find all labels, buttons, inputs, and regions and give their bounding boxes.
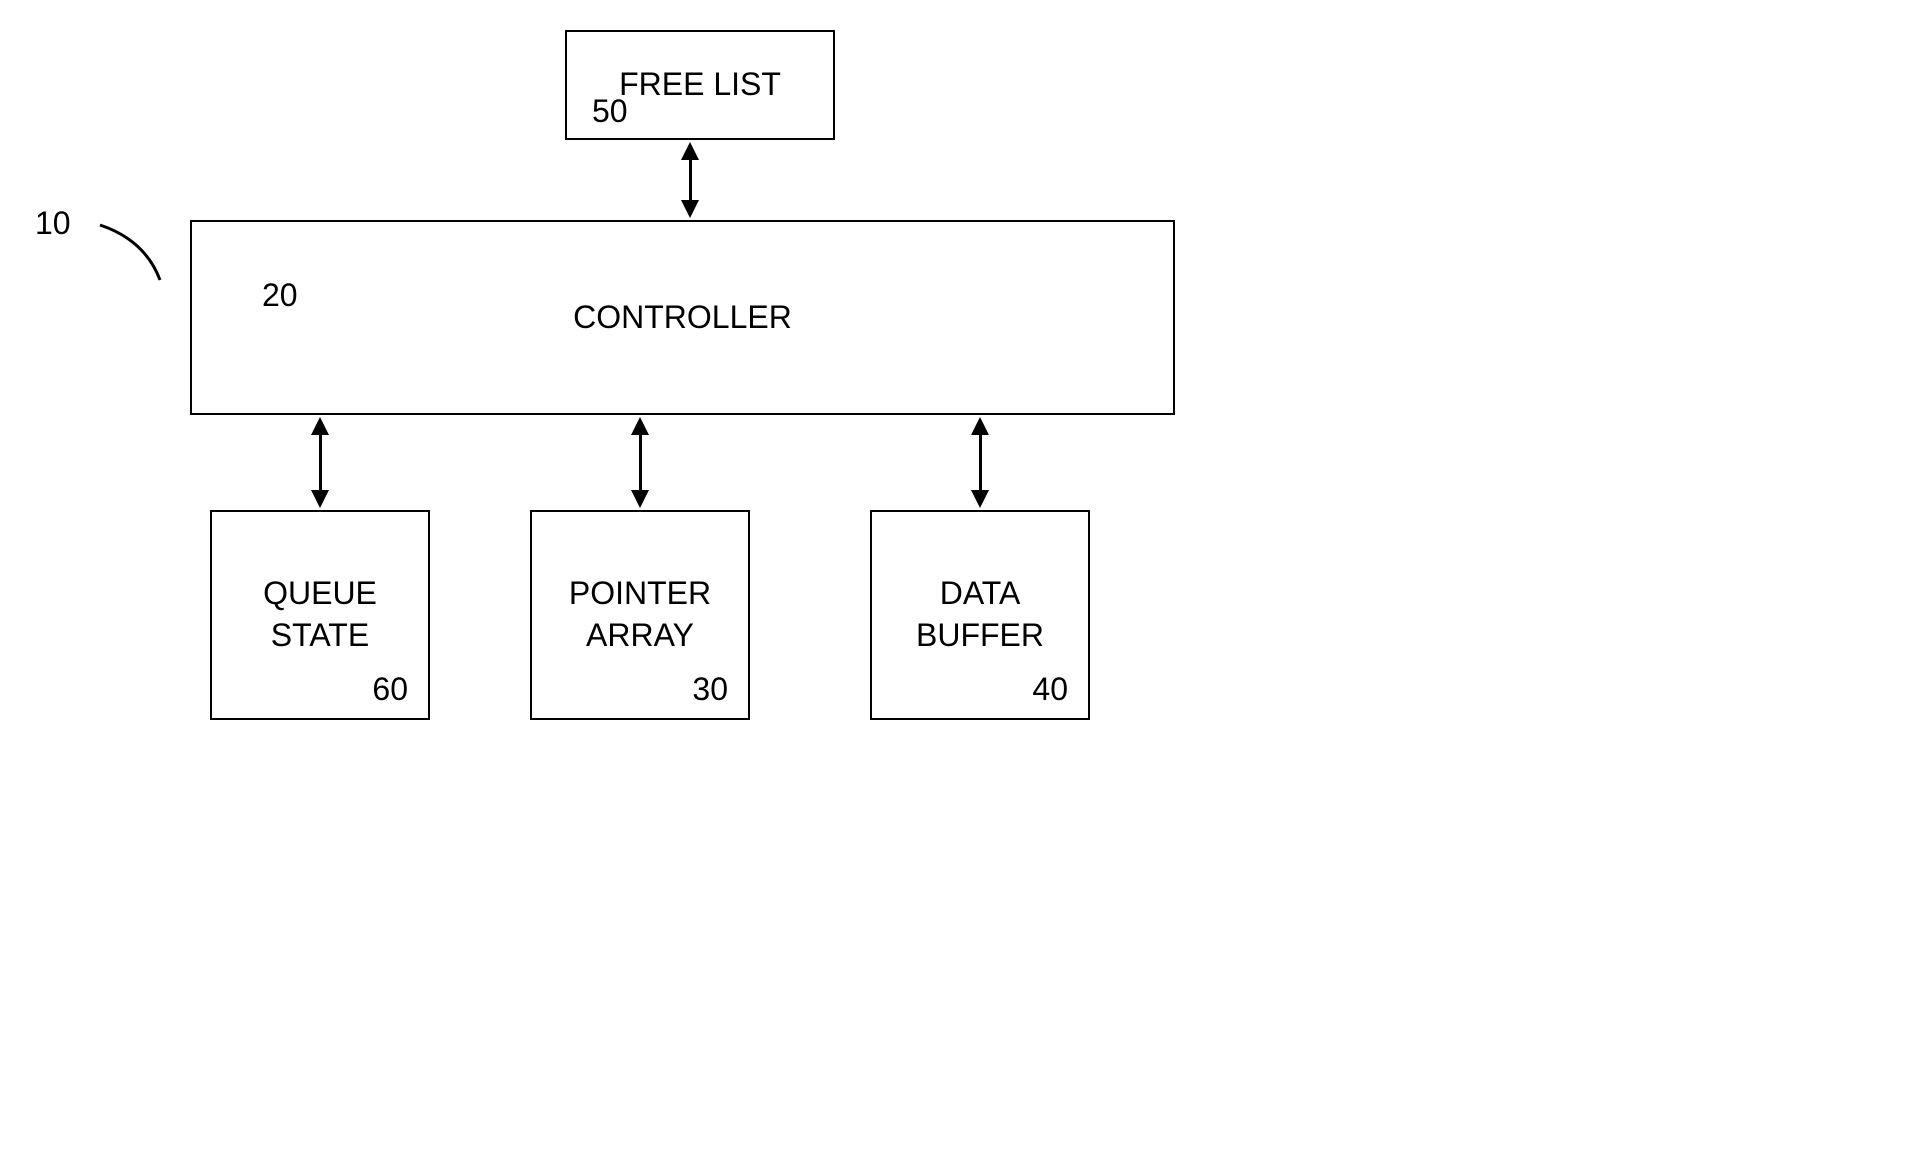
pointer-array-label: POINTER ARRAY (569, 573, 711, 656)
controller-label: CONTROLLER (573, 297, 792, 339)
controller-ref: 20 (262, 277, 298, 314)
queue-state-ref: 60 (372, 671, 408, 708)
queue-state-box: QUEUE STATE 60 (210, 510, 430, 720)
pointer-array-ref: 30 (692, 671, 728, 708)
free-list-label: FREE LIST (619, 64, 781, 106)
system-ref-arc (95, 220, 175, 290)
system-ref-label: 10 (35, 205, 71, 242)
pointer-array-box: POINTER ARRAY 30 (530, 510, 750, 720)
free-list-ref: 50 (592, 93, 628, 130)
data-buffer-ref: 40 (1032, 671, 1068, 708)
free-list-box: FREE LIST 50 (565, 30, 835, 140)
data-buffer-box: DATA BUFFER 40 (870, 510, 1090, 720)
controller-box: CONTROLLER 20 (190, 220, 1175, 415)
data-buffer-label: DATA BUFFER (916, 573, 1044, 656)
queue-state-label: QUEUE STATE (263, 573, 377, 656)
